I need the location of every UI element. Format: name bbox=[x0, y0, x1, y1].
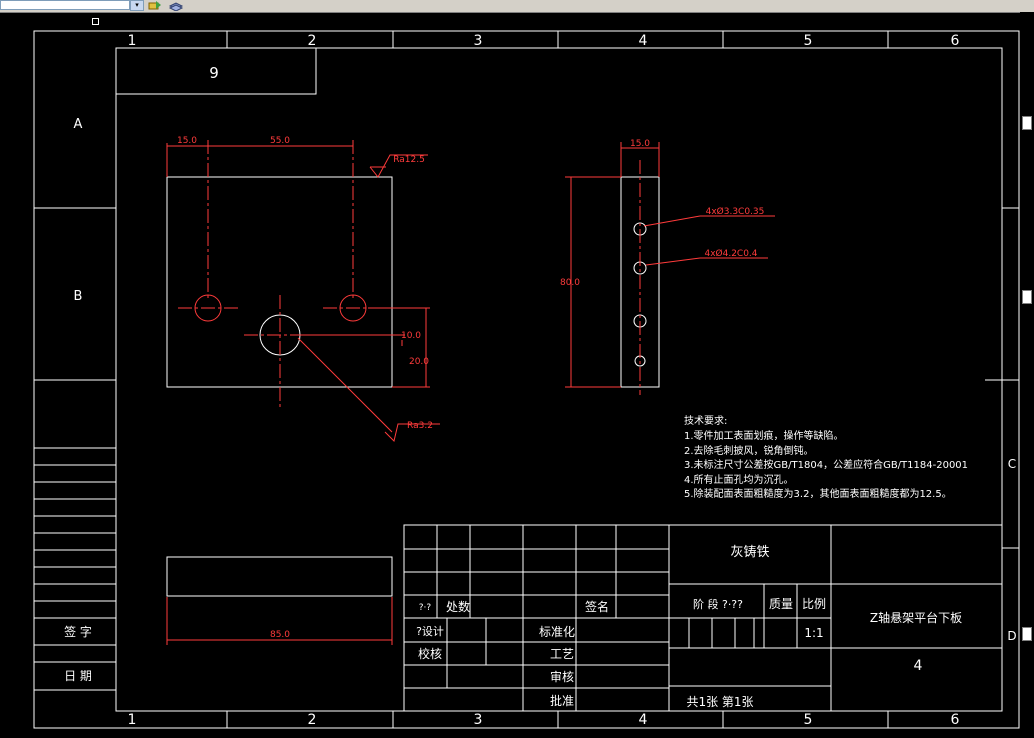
check-label: 校核 bbox=[418, 646, 442, 661]
drawing-number: 4 bbox=[914, 658, 923, 674]
col-number-3-bottom: 3 bbox=[474, 712, 483, 728]
front-view: 15.0 55.0 Ra12.5 10.0 20.0 Ra3.2 85.0 bbox=[166, 136, 440, 645]
front-outline bbox=[166, 176, 393, 388]
part-number: 9 bbox=[209, 64, 219, 82]
front-roughness-top: Ra12.5 bbox=[393, 155, 425, 165]
tech-req-heading: 技术要求: bbox=[684, 414, 727, 427]
side-view: 15.0 80.0 4xØ3.3C0.35 4xØ4.2C0.4 bbox=[560, 139, 775, 395]
technical-requirements: 技术要求: 1.零件加工表面划痕，操作等缺陷。 2.去除毛刺披风，锐角倒钝。 3… bbox=[684, 414, 968, 500]
part-name: Z轴悬架平台下板 bbox=[870, 610, 962, 625]
count-mark: ?·? bbox=[419, 603, 432, 613]
bottom-view-outline bbox=[166, 556, 393, 597]
mass-label: 质量 bbox=[769, 597, 793, 611]
sheet-count: 共1张 第1张 bbox=[686, 695, 753, 709]
row-letter-d: D bbox=[1007, 629, 1016, 643]
col-number-5: 5 bbox=[804, 33, 813, 49]
row-letter-a: A bbox=[74, 117, 83, 132]
standardize-label: 标准化 bbox=[539, 625, 575, 639]
drawing-canvas[interactable]: 1 2 3 4 5 6 1 2 3 4 5 6 A B C D 9 签 字 日 … bbox=[0, 0, 1020, 738]
col-number-3: 3 bbox=[474, 33, 483, 49]
review-label: 审核 bbox=[550, 669, 574, 684]
side-dim-15: 15.0 bbox=[630, 139, 650, 149]
col-number-1: 1 bbox=[128, 33, 137, 49]
scroll-marker-a[interactable] bbox=[1022, 116, 1032, 130]
col-number-4-bottom: 4 bbox=[639, 712, 648, 728]
sign-label: 签 字 bbox=[64, 624, 92, 639]
col-number-6-bottom: 6 bbox=[951, 712, 960, 728]
tech-req-line-5: 5.除装配面表面粗糙度为3.2，其他面表面粗糙度都为12.5。 bbox=[684, 487, 952, 500]
col-number-2-bottom: 2 bbox=[308, 712, 317, 728]
side-hole-note-2: 4xØ4.2C0.4 bbox=[704, 248, 757, 259]
scale-value: 1:1 bbox=[804, 626, 823, 640]
count-label: 处数 bbox=[446, 599, 470, 614]
side-dim-80: 80.0 bbox=[560, 278, 580, 288]
scroll-marker-b[interactable] bbox=[1022, 290, 1032, 304]
front-roughness-bottom: Ra3.2 bbox=[407, 421, 433, 431]
front-dim-20: 20.0 bbox=[409, 357, 429, 367]
tech-req-line-2: 2.去除毛刺披风，锐角倒钝。 bbox=[684, 444, 814, 457]
designer-label: ?设计 bbox=[416, 625, 444, 638]
tech-req-line-4: 4.所有止面孔均为沉孔。 bbox=[684, 473, 794, 486]
col-number-6: 6 bbox=[951, 33, 960, 49]
front-dim-85: 85.0 bbox=[270, 630, 290, 640]
row-letter-c: C bbox=[1008, 457, 1016, 471]
front-dim-15: 15.0 bbox=[177, 136, 197, 146]
date-label: 日 期 bbox=[64, 669, 92, 683]
side-hole-note-1: 4xØ3.3C0.35 bbox=[706, 206, 765, 217]
sign-col-label: 签名 bbox=[585, 599, 609, 614]
col-number-4: 4 bbox=[639, 33, 648, 49]
front-dim-10: 10.0 bbox=[401, 331, 421, 341]
craft-label: 工艺 bbox=[550, 647, 574, 661]
approve-label: 批准 bbox=[550, 693, 574, 708]
tech-req-line-3: 3.未标注尺寸公差按GB/T1804，公差应符合GB/T1184-20001 bbox=[684, 458, 968, 471]
tech-req-line-1: 1.零件加工表面划痕，操作等缺陷。 bbox=[684, 429, 844, 442]
front-dim-55: 55.0 bbox=[270, 136, 290, 146]
row-letter-b: B bbox=[74, 289, 83, 304]
scroll-marker-d[interactable] bbox=[1022, 627, 1032, 641]
stage-label: 阶 段 ?·?? bbox=[693, 597, 743, 611]
col-number-5-bottom: 5 bbox=[804, 712, 813, 728]
col-number-1-bottom: 1 bbox=[128, 712, 137, 728]
scale-label: 比例 bbox=[802, 597, 826, 611]
material: 灰铸铁 bbox=[730, 544, 769, 560]
col-number-2: 2 bbox=[308, 33, 317, 49]
